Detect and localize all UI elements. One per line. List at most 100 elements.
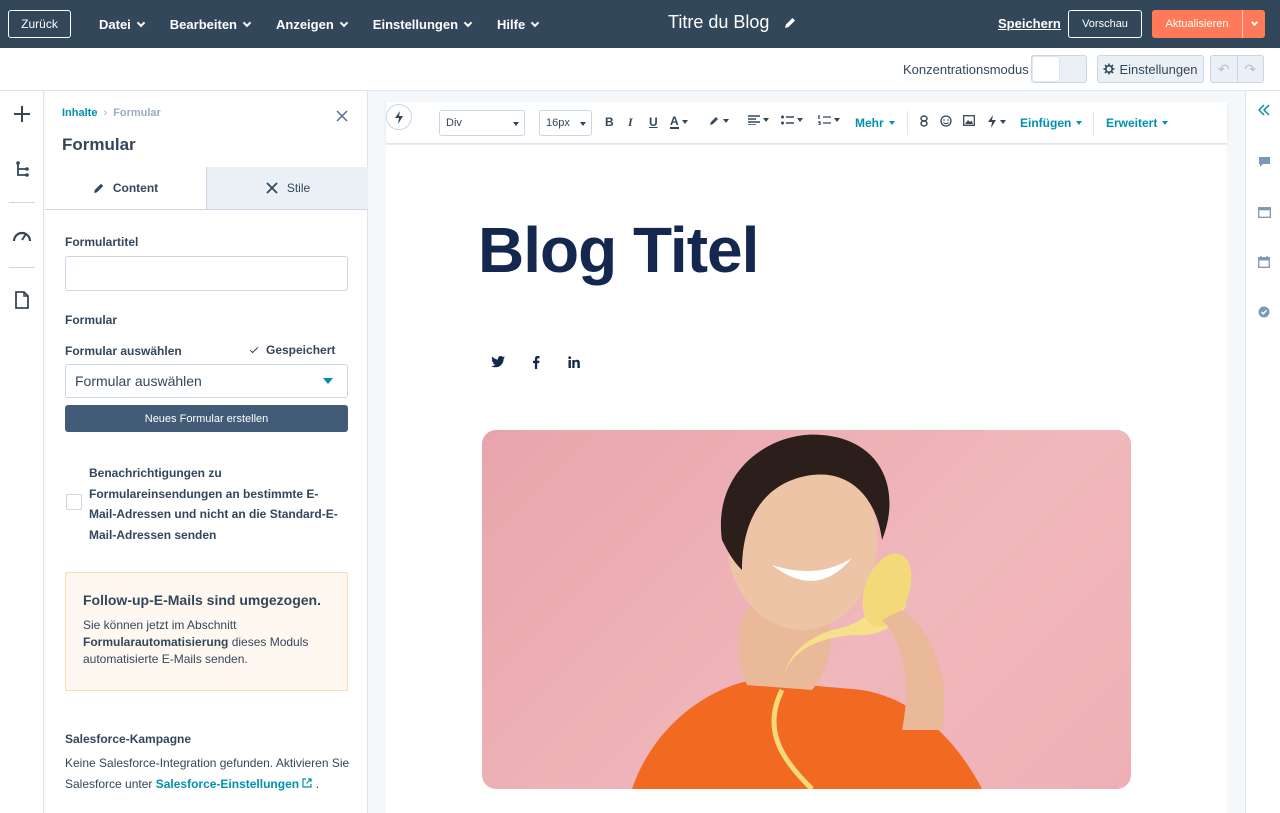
menu-view[interactable]: Anzeigen	[263, 0, 360, 48]
check-icon	[249, 344, 259, 353]
pencil-icon	[93, 183, 104, 193]
main-menu: Datei Bearbeiten Anzeigen Einstellungen …	[86, 0, 551, 48]
menu-file[interactable]: Datei	[86, 0, 157, 48]
twitter-icon[interactable]	[489, 353, 507, 371]
menu-label: Datei	[99, 16, 131, 32]
text-color-icon[interactable]: A	[670, 115, 688, 129]
chevron-down-icon	[136, 18, 146, 27]
module-settings-panel: Inhalte › Formular Formular Content Stil…	[45, 91, 368, 813]
linkedin-icon[interactable]	[565, 353, 583, 371]
save-link[interactable]: Speichern	[998, 16, 1061, 31]
close-icon[interactable]	[335, 109, 349, 123]
chevron-down-icon	[530, 18, 540, 27]
chevron-down-icon	[339, 18, 349, 27]
tab-styles[interactable]: Stile	[207, 167, 368, 209]
tab-content[interactable]: Content	[45, 167, 207, 209]
breadcrumb: Inhalte › Formular	[62, 107, 161, 119]
rail-divider	[9, 202, 35, 203]
update-options-dropdown[interactable]	[1242, 10, 1265, 38]
emoji-icon[interactable]	[940, 115, 952, 127]
pencil-icon[interactable]	[783, 16, 797, 30]
block-format-value: Div	[446, 117, 462, 129]
bullet-list-icon[interactable]	[781, 115, 803, 125]
tab-label: Content	[112, 181, 159, 195]
font-size-select[interactable]: 16px	[539, 110, 592, 136]
undo-icon[interactable]: ↶	[1211, 56, 1238, 82]
undo-redo-group: ↶ ↷	[1210, 55, 1264, 83]
chevron-down-icon	[242, 18, 252, 27]
left-rail	[0, 91, 44, 813]
back-button[interactable]: Zurück	[8, 10, 71, 38]
focus-mode-label: Konzentrationsmodus	[903, 62, 1029, 77]
hero-image[interactable]	[482, 430, 1131, 789]
panel-tabs: Content Stile	[45, 167, 368, 210]
menu-edit[interactable]: Bearbeiten	[157, 0, 263, 48]
caret-down-icon	[323, 378, 333, 384]
menu-help[interactable]: Hilfe	[484, 0, 551, 48]
facebook-icon[interactable]	[527, 353, 545, 371]
collapse-icon[interactable]	[1257, 103, 1271, 117]
blog-title[interactable]: Blog Titel	[478, 213, 759, 287]
menu-label: Anzeigen	[276, 16, 334, 32]
menu-label: Bearbeiten	[169, 16, 237, 32]
menu-label: Einstellungen	[372, 16, 459, 32]
ai-assist-icon[interactable]	[987, 115, 1006, 128]
speedometer-icon[interactable]	[11, 224, 33, 246]
salesforce-link-label: Salesforce-Einstellungen	[155, 777, 300, 791]
saved-status: Gespeichert	[249, 343, 335, 357]
salesforce-text: Keine Salesforce-Integration gefunden. A…	[65, 753, 355, 795]
salesforce-settings-link[interactable]: Salesforce-Einstellungen	[156, 777, 313, 791]
italic-icon[interactable]: I	[628, 115, 633, 130]
callout-title: Follow-up-E-Mails sind umgezogen.	[83, 592, 321, 608]
comment-icon[interactable]	[1257, 155, 1271, 169]
image-icon[interactable]	[963, 115, 975, 126]
salesforce-text-end: .	[312, 777, 320, 791]
blog-page: Blog Titel	[386, 145, 1227, 813]
ai-button[interactable]	[386, 104, 412, 130]
form-title-input[interactable]	[65, 256, 348, 291]
chevron-down-icon	[463, 18, 473, 27]
block-format-select[interactable]: Div	[439, 110, 525, 136]
breadcrumb-separator: ›	[103, 107, 108, 119]
calendar-icon[interactable]	[1257, 255, 1271, 269]
lightning-icon	[395, 110, 403, 124]
tree-icon[interactable]	[11, 159, 33, 181]
insert-menu[interactable]: Einfügen	[1020, 116, 1083, 130]
editor-subbar: Konzentrationsmodus Einstellungen ↶ ↷	[0, 48, 1280, 91]
underline-icon[interactable]: U	[649, 115, 658, 129]
bold-icon[interactable]: B	[605, 115, 614, 129]
document-title[interactable]: Titre du Blog	[668, 12, 797, 33]
form-title-label: Formulartitel	[65, 235, 139, 249]
panel-title: Formular	[62, 135, 136, 154]
toolbar-divider	[1093, 111, 1094, 135]
menu-settings[interactable]: Einstellungen	[360, 0, 484, 48]
external-link-icon	[302, 778, 313, 788]
settings-button[interactable]: Einstellungen	[1097, 55, 1204, 83]
callout-text: Sie können jetzt im Abschnitt Formularau…	[83, 617, 330, 668]
advanced-menu[interactable]: Erweitert	[1106, 116, 1169, 130]
numbered-list-icon[interactable]	[818, 115, 840, 125]
check-badge-icon[interactable]	[1257, 305, 1271, 319]
breadcrumb-root[interactable]: Inhalte	[62, 107, 97, 119]
page-icon[interactable]	[11, 289, 33, 311]
advanced-menu-label: Erweitert	[1106, 116, 1158, 130]
menu-label: Hilfe	[497, 16, 526, 32]
form-select[interactable]: Formular auswählen	[65, 364, 348, 398]
more-menu-label: Mehr	[855, 116, 884, 130]
highlight-icon[interactable]	[708, 115, 729, 127]
toggle-knob	[1033, 57, 1059, 81]
redo-icon[interactable]: ↷	[1238, 56, 1264, 82]
notify-checkbox-label[interactable]: Benachrichtigungen zu Formulareinsendung…	[89, 463, 344, 545]
update-button[interactable]: Aktualisieren	[1152, 10, 1265, 38]
add-icon[interactable]	[11, 103, 33, 125]
link-icon[interactable]	[920, 115, 928, 127]
salesforce-title: Salesforce-Kampagne	[65, 732, 192, 746]
browser-icon[interactable]	[1257, 205, 1271, 219]
caret-down-icon	[513, 122, 519, 126]
focus-mode-toggle[interactable]	[1031, 55, 1087, 83]
align-icon[interactable]	[748, 115, 769, 125]
new-form-button[interactable]: Neues Formular erstellen	[65, 405, 348, 432]
more-menu[interactable]: Mehr	[855, 116, 895, 130]
preview-button[interactable]: Vorschau	[1068, 10, 1142, 38]
notify-checkbox[interactable]	[66, 494, 82, 510]
